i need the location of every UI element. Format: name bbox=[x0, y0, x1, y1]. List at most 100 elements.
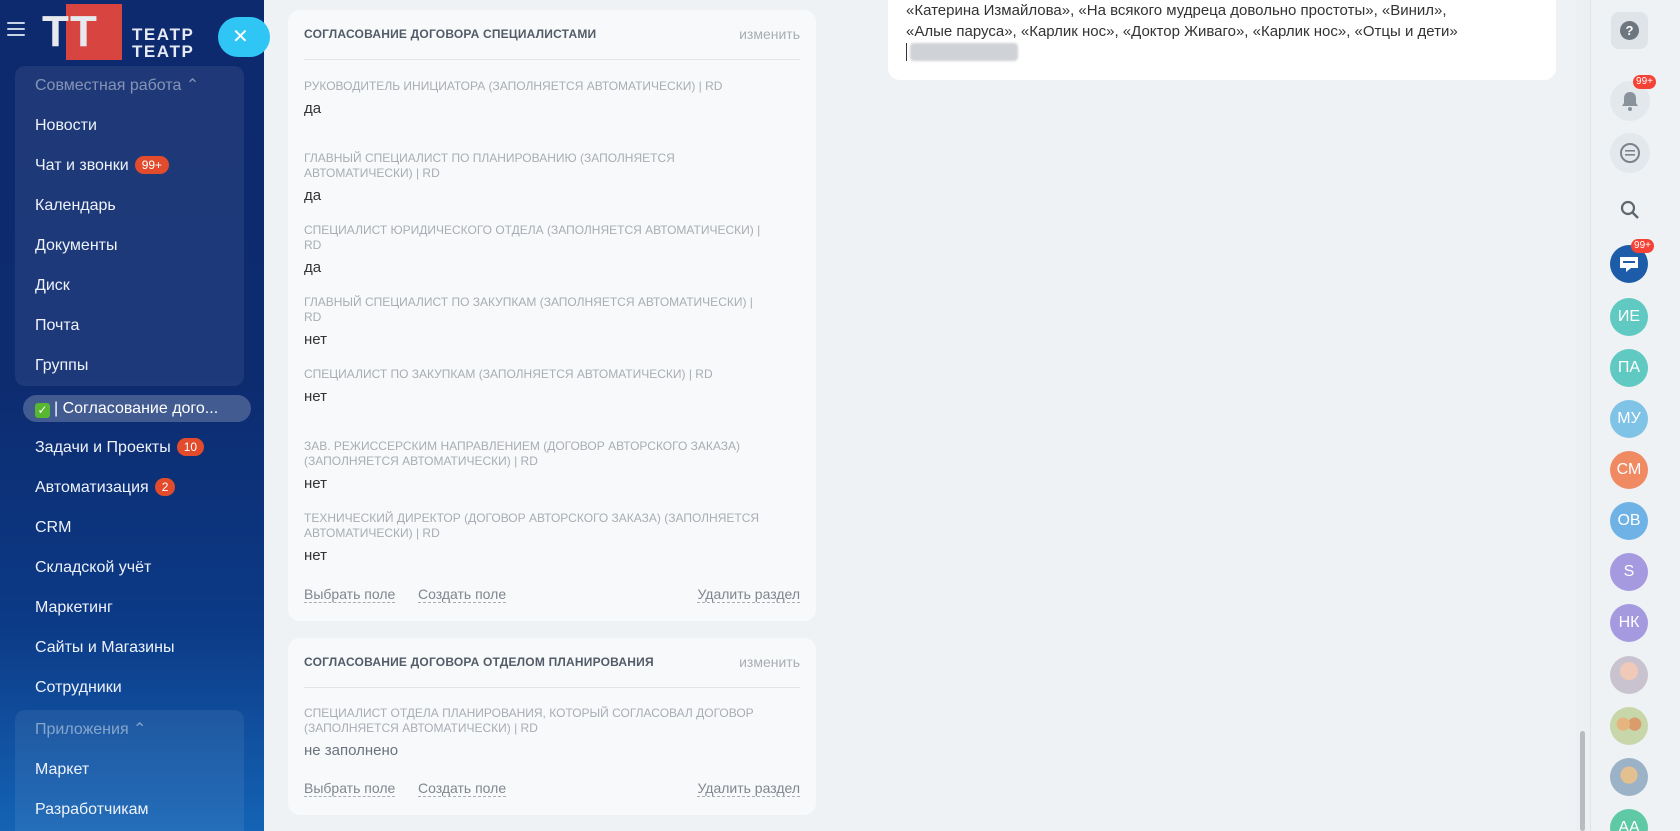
notifications-button[interactable]: 99+ bbox=[1610, 75, 1656, 121]
field-value: нет bbox=[304, 547, 327, 564]
field-value: не заполнено bbox=[304, 742, 399, 759]
contact-avatar[interactable]: МУ bbox=[1610, 400, 1648, 438]
nav-item-news[interactable]: Новости bbox=[15, 106, 244, 146]
edit-section-link[interactable]: изменить bbox=[739, 26, 800, 42]
contact-avatar[interactable]: АА bbox=[1610, 809, 1648, 831]
field-item[interactable]: СПЕЦИАЛИСТ ОТДЕЛА ПЛАНИРОВАНИЯ, КОТОРЫЙ … bbox=[304, 706, 764, 759]
field-item[interactable]: ТЕХНИЧЕСКИЙ ДИРЕКТОР (ДОГОВОР АВТОРСКОГО… bbox=[304, 511, 764, 564]
contact-photo-avatar[interactable] bbox=[1610, 758, 1648, 796]
field-label: СПЕЦИАЛИСТ ОТДЕЛА ПЛАНИРОВАНИЯ, КОТОРЫЙ … bbox=[304, 706, 754, 735]
field-value: да bbox=[304, 187, 322, 204]
card-actions: Выбрать поле Создать поле Удалить раздел bbox=[304, 586, 800, 604]
nav-item-market[interactable]: Маркет bbox=[15, 750, 244, 790]
contact-avatar[interactable]: ПА bbox=[1610, 349, 1648, 387]
section-card-specialists: СОГЛАСОВАНИЕ ДОГОВОРА СПЕЦИАЛИСТАМИ изме… bbox=[288, 10, 816, 621]
select-field-link[interactable]: Выбрать поле bbox=[304, 586, 396, 603]
create-field-link[interactable]: Создать поле bbox=[418, 780, 507, 797]
scrollbar-track[interactable] bbox=[1576, 0, 1590, 831]
blurred-text bbox=[910, 43, 1018, 61]
nav-item-mail[interactable]: Почта bbox=[15, 306, 244, 346]
contact-avatar[interactable]: НК bbox=[1610, 604, 1648, 642]
field-item[interactable]: ЗАВ. РЕЖИССЕРСКИМ НАПРАВЛЕНИЕМ (ДОГОВОР … bbox=[304, 439, 764, 492]
menu-icon[interactable] bbox=[7, 22, 25, 36]
contact-avatar[interactable]: СМ bbox=[1610, 451, 1648, 489]
automation-badge: 2 bbox=[154, 478, 176, 496]
apps-group-header[interactable]: Приложения ⌃ bbox=[15, 710, 244, 750]
nav-item-groups[interactable]: Группы bbox=[15, 346, 244, 386]
collab-group-header[interactable]: Совместная работа ⌃ bbox=[15, 66, 244, 106]
left-sidebar: Т Т ТЕАТР ТЕАТР ✕ Совместная работа ⌃ Но… bbox=[0, 0, 270, 831]
nav-item-marketing[interactable]: Маркетинг bbox=[15, 588, 244, 628]
field-label: ЗАВ. РЕЖИССЕРСКИМ НАПРАВЛЕНИЕМ (ДОГОВОР … bbox=[304, 439, 740, 468]
logo-mark: Т Т bbox=[40, 4, 124, 60]
field-value: нет bbox=[304, 388, 327, 405]
nav-item-inventory[interactable]: Складской учёт bbox=[15, 548, 244, 588]
right-rail: ? 99+ 99+ ИЕ ПА МУ СМ ОВ S НК АА bbox=[1590, 0, 1680, 831]
text-cursor bbox=[906, 43, 907, 61]
logo-text: ТЕАТР ТЕАТР bbox=[132, 25, 195, 61]
open-lines-button[interactable]: 99+ bbox=[1610, 239, 1654, 283]
text-line: «Катерина Измайлова», «На всякого мудрец… bbox=[906, 2, 1447, 19]
nav-item-employees[interactable]: Сотрудники bbox=[15, 668, 244, 708]
field-label: РУКОВОДИТЕЛЬ ИНИЦИАТОРА (ЗАПОЛНЯЕТСЯ АВТ… bbox=[304, 79, 723, 93]
card-header: СОГЛАСОВАНИЕ ДОГОВОРА ОТДЕЛОМ ПЛАНИРОВАН… bbox=[304, 638, 800, 688]
chat-badge: 99+ bbox=[134, 156, 170, 174]
close-menu-button[interactable]: ✕ bbox=[218, 17, 270, 57]
field-item[interactable]: ГЛАВНЫЙ СПЕЦИАЛИСТ ПО ЗАКУПКАМ (ЗАПОЛНЯЕ… bbox=[304, 295, 764, 348]
contact-avatar[interactable]: ОВ bbox=[1610, 502, 1648, 540]
field-label: ГЛАВНЫЙ СПЕЦИАЛИСТ ПО ПЛАНИРОВАНИЮ (ЗАПО… bbox=[304, 151, 675, 180]
edit-section-link[interactable]: изменить bbox=[739, 654, 800, 670]
card-title: СОГЛАСОВАНИЕ ДОГОВОРА ОТДЕЛОМ ПЛАНИРОВАН… bbox=[304, 655, 654, 669]
card-actions: Выбрать поле Создать поле Удалить раздел bbox=[304, 780, 800, 798]
select-field-link[interactable]: Выбрать поле bbox=[304, 780, 396, 797]
field-label: СПЕЦИАЛИСТ ЮРИДИЧЕСКОГО ОТДЕЛА (ЗАПОЛНЯЕ… bbox=[304, 223, 761, 252]
chat-bubble-icon bbox=[1620, 143, 1640, 163]
apps-group: Приложения ⌃ Маркет Разработчикам bbox=[15, 710, 244, 831]
nav-item-calendar[interactable]: Календарь bbox=[15, 186, 244, 226]
field-label: СПЕЦИАЛИСТ ПО ЗАКУПКАМ (ЗАПОЛНЯЕТСЯ АВТО… bbox=[304, 367, 713, 381]
close-icon: ✕ bbox=[232, 26, 249, 48]
nav-item-documents[interactable]: Документы bbox=[15, 226, 244, 266]
checkmark-icon: ✓ bbox=[35, 403, 50, 418]
field-value: нет bbox=[304, 475, 327, 492]
delete-section-link[interactable]: Удалить раздел bbox=[697, 586, 800, 603]
field-value: да bbox=[304, 100, 322, 117]
card-title: СОГЛАСОВАНИЕ ДОГОВОРА СПЕЦИАЛИСТАМИ bbox=[304, 27, 597, 41]
nav-item-automation[interactable]: Автоматизация 2 bbox=[15, 468, 244, 508]
field-item[interactable]: СПЕЦИАЛИСТ ПО ЗАКУПКАМ (ЗАПОЛНЯЕТСЯ АВТО… bbox=[304, 367, 764, 405]
field-label: ТЕХНИЧЕСКИЙ ДИРЕКТОР (ДОГОВОР АВТОРСКОГО… bbox=[304, 511, 760, 540]
field-label: ГЛАВНЫЙ СПЕЦИАЛИСТ ПО ЗАКУПКАМ (ЗАПОЛНЯЕ… bbox=[304, 295, 753, 324]
scrollbar-thumb[interactable] bbox=[1580, 731, 1585, 831]
messages-button[interactable] bbox=[1610, 133, 1650, 173]
field-item[interactable]: ГЛАВНЫЙ СПЕЦИАЛИСТ ПО ПЛАНИРОВАНИЮ (ЗАПО… bbox=[304, 151, 764, 204]
collab-group: Совместная работа ⌃ Новости Чат и звонки… bbox=[15, 66, 244, 386]
text-line: «Алые паруса», «Карлик нос», «Доктор Жив… bbox=[906, 23, 1458, 40]
nav-item-sites[interactable]: Сайты и Магазины bbox=[15, 628, 244, 668]
field-value: да bbox=[304, 259, 322, 276]
search-button[interactable] bbox=[1610, 190, 1650, 230]
card-header: СОГЛАСОВАНИЕ ДОГОВОРА СПЕЦИАЛИСТАМИ изме… bbox=[304, 10, 800, 60]
nav-item-crm[interactable]: CRM bbox=[15, 508, 244, 548]
nav-item-chat[interactable]: Чат и звонки 99+ bbox=[15, 146, 244, 186]
field-item[interactable]: СПЕЦИАЛИСТ ЮРИДИЧЕСКОГО ОТДЕЛА (ЗАПОЛНЯЕ… bbox=[304, 223, 764, 276]
contact-avatar[interactable]: S bbox=[1610, 553, 1648, 591]
delete-section-link[interactable]: Удалить раздел bbox=[697, 780, 800, 797]
field-value: нет bbox=[304, 331, 327, 348]
question-icon: ? bbox=[1620, 21, 1639, 40]
help-button[interactable]: ? bbox=[1611, 12, 1648, 49]
nav-item-developers[interactable]: Разработчикам bbox=[15, 790, 244, 830]
contact-photo-avatar[interactable] bbox=[1610, 707, 1648, 745]
open-lines-badge: 99+ bbox=[1631, 239, 1654, 253]
company-logo[interactable]: Т Т ТЕАТР ТЕАТР bbox=[40, 4, 200, 60]
search-icon bbox=[1620, 200, 1639, 219]
nav-item-tasks[interactable]: Задачи и Проекты 10 bbox=[15, 428, 244, 468]
nav-item-disk[interactable]: Диск bbox=[15, 266, 244, 306]
tasks-badge: 10 bbox=[176, 438, 205, 456]
section-card-planning: СОГЛАСОВАНИЕ ДОГОВОРА ОТДЕЛОМ ПЛАНИРОВАН… bbox=[288, 638, 816, 815]
create-field-link[interactable]: Создать поле bbox=[418, 586, 507, 603]
contact-avatar[interactable]: ИЕ bbox=[1610, 298, 1648, 336]
nav-item-active-process[interactable]: ✓ | Согласование дого... bbox=[23, 395, 251, 422]
contact-photo-avatar[interactable] bbox=[1610, 656, 1648, 694]
text-value-card[interactable]: «Катерина Измайлова», «На всякого мудрец… bbox=[888, 0, 1556, 80]
field-item[interactable]: РУКОВОДИТЕЛЬ ИНИЦИАТОРА (ЗАПОЛНЯЕТСЯ АВТ… bbox=[304, 79, 764, 117]
